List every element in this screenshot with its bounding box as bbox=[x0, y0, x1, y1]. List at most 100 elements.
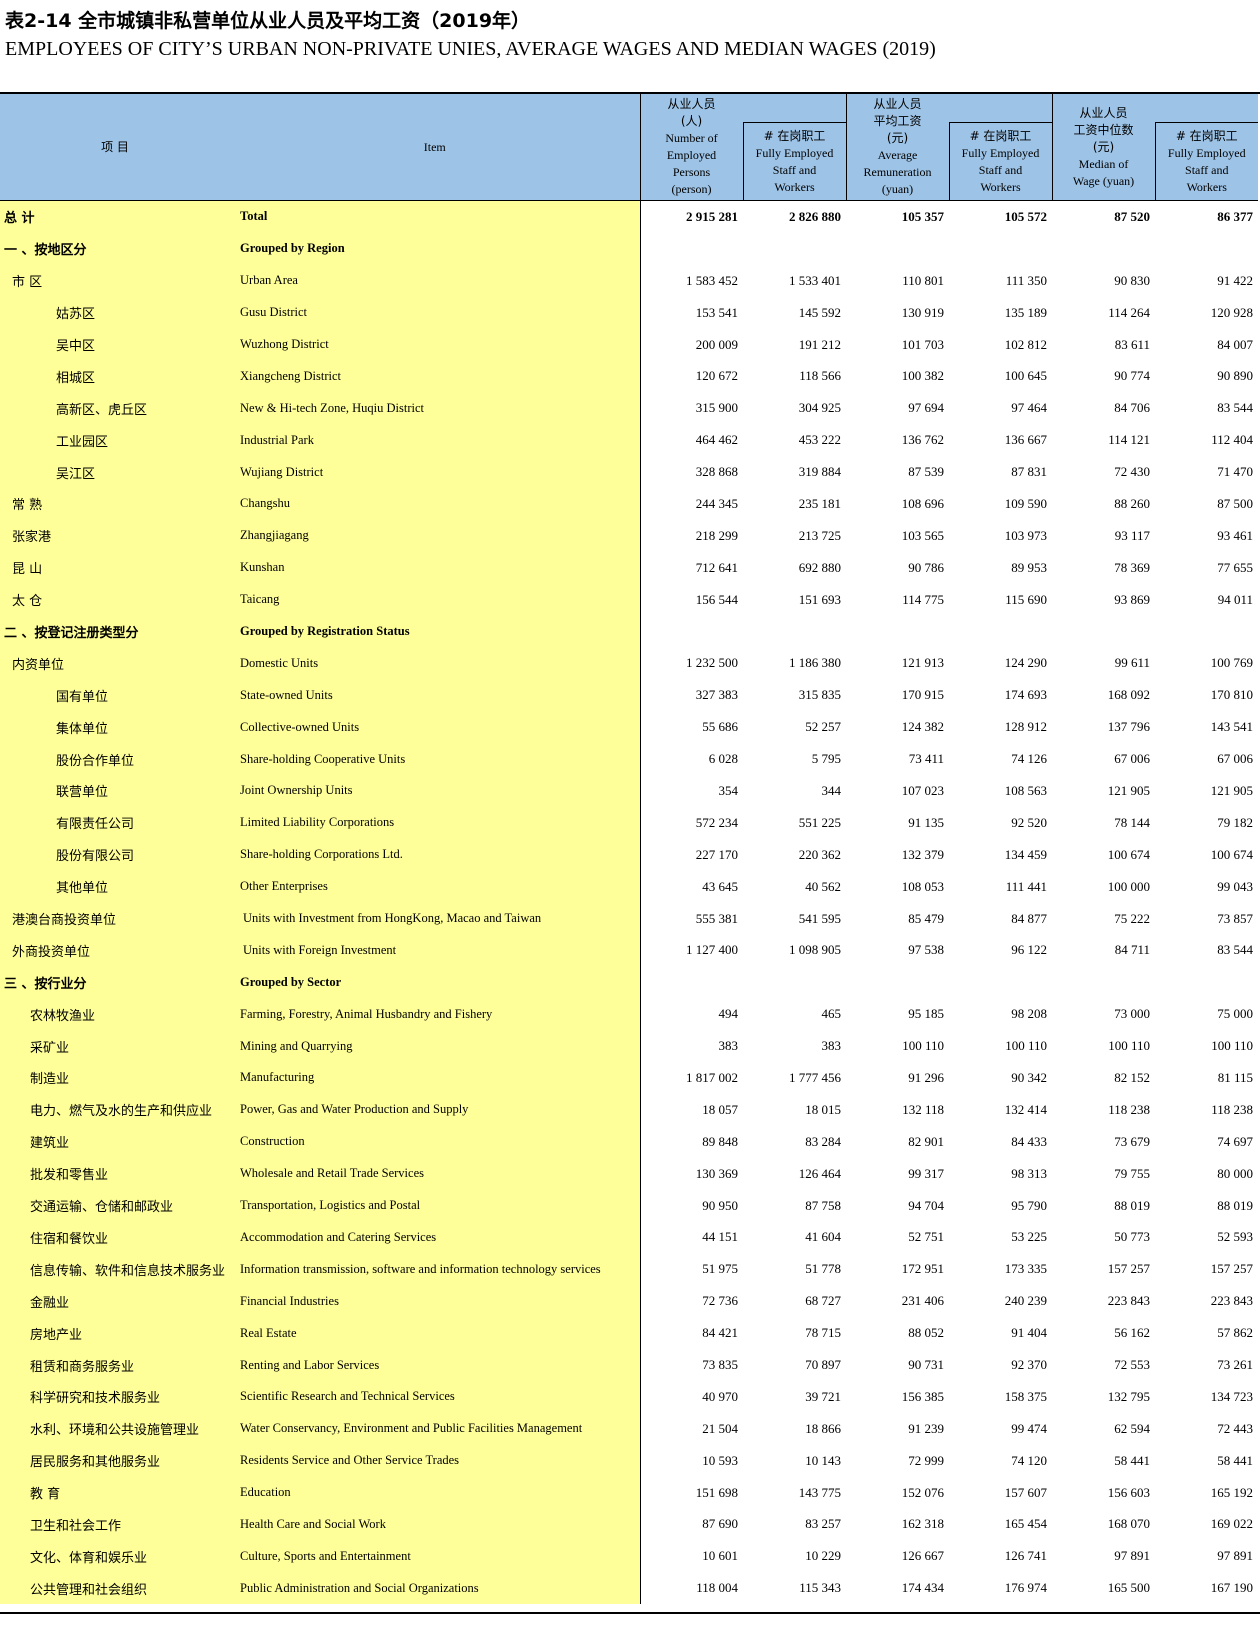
row-value: 383 bbox=[718, 1038, 739, 1054]
row-value: 83 284 bbox=[805, 1133, 841, 1149]
row-value: 108 696 bbox=[901, 495, 944, 511]
row-value: 100 645 bbox=[1004, 368, 1047, 384]
table-row: 公共管理和社会组织 Public Administration and Socia… bbox=[0, 1572, 1258, 1605]
row-value: 84 433 bbox=[1011, 1133, 1047, 1149]
row-value: 87 539 bbox=[908, 464, 944, 480]
row-value: 240 239 bbox=[1004, 1293, 1047, 1309]
row-label-en: Water Conservancy, Environment and Publi… bbox=[230, 1412, 641, 1445]
row-value: 128 912 bbox=[1004, 719, 1047, 735]
row-value: 555 381 bbox=[695, 910, 738, 926]
row-value: 78 369 bbox=[1114, 559, 1150, 575]
row-value: 71 470 bbox=[1217, 464, 1253, 480]
row-label-en: State-owned Units bbox=[230, 679, 641, 712]
row-value: 100 000 bbox=[1107, 878, 1150, 894]
table-row: 内资单位 Domestic Units 1 232 500 1 186 380 121 … bbox=[0, 647, 1258, 680]
row-value: 58 441 bbox=[1114, 1452, 1150, 1468]
row-value: 118 238 bbox=[1211, 1101, 1253, 1117]
row-value: 227 170 bbox=[695, 846, 738, 862]
header-sub-median-wage: # 在岗职工 Fully Employed Staff and Workers bbox=[1154, 122, 1258, 201]
row-value: 157 607 bbox=[1004, 1484, 1047, 1500]
row-value: 1 232 500 bbox=[686, 655, 738, 671]
table-row: 水利、环境和公共设施管理业 Water Conservancy, Environm… bbox=[0, 1412, 1258, 1445]
row-value: 162 318 bbox=[901, 1516, 944, 1532]
row-value: 124 382 bbox=[901, 719, 944, 735]
row-value bbox=[640, 966, 743, 998]
row-value: 52 257 bbox=[805, 719, 841, 735]
table-row: 居民服务和其他服务业 Residents Service and Other Se… bbox=[0, 1444, 1258, 1477]
row-value: 89 953 bbox=[1011, 559, 1047, 575]
row-label-en: Public Administration and Social Organiz… bbox=[230, 1572, 641, 1605]
row-value: 73 261 bbox=[1217, 1357, 1253, 1372]
row-value: 344 bbox=[821, 782, 842, 798]
row-value: 120 928 bbox=[1210, 304, 1253, 320]
table-row: 其他单位 Other Enterprises 43 645 40 562 108 053… bbox=[0, 870, 1258, 903]
row-value: 91 422 bbox=[1217, 272, 1253, 288]
row-value: 83 257 bbox=[805, 1516, 841, 1532]
row-value: 97 538 bbox=[908, 942, 944, 958]
row-value: 99 474 bbox=[1011, 1420, 1047, 1436]
row-label-en: Health Care and Social Work bbox=[230, 1508, 641, 1541]
row-label-en: Education bbox=[230, 1476, 641, 1509]
row-value: 118 566 bbox=[799, 368, 841, 384]
row-value: 101 703 bbox=[901, 336, 944, 352]
row-label-en: Mining and Quarrying bbox=[230, 1030, 641, 1063]
row-value: 40 562 bbox=[805, 878, 841, 894]
row-value: 79 182 bbox=[1217, 814, 1253, 830]
row-value: 153 541 bbox=[695, 304, 738, 320]
row-label-en: Wuzhong District bbox=[230, 328, 641, 361]
row-value: 304 925 bbox=[798, 400, 841, 416]
row-value: 165 192 bbox=[1210, 1484, 1253, 1500]
row-value: 18 015 bbox=[805, 1101, 841, 1117]
table-row: 交通运输、仓储和邮政业 Transportation, Logistics and… bbox=[0, 1189, 1258, 1222]
row-value: 453 222 bbox=[798, 432, 841, 448]
row-value: 157 257 bbox=[1107, 1261, 1150, 1277]
row-value: 75 000 bbox=[1217, 1006, 1253, 1022]
row-label-cn: 市 区 bbox=[0, 264, 230, 297]
row-value: 91 296 bbox=[908, 1069, 944, 1085]
table-row: 教 育 Education 151 698 143 775 152 076 157 607… bbox=[0, 1476, 1258, 1509]
row-value: 58 441 bbox=[1217, 1452, 1253, 1468]
row-value: 354 bbox=[718, 782, 739, 798]
row-label-en: Domestic Units bbox=[230, 647, 641, 680]
row-value: 1 777 456 bbox=[789, 1069, 841, 1085]
row-value: 121 905 bbox=[1107, 782, 1150, 798]
row-value: 168 070 bbox=[1107, 1516, 1150, 1532]
row-value: 68 727 bbox=[805, 1293, 841, 1309]
row-value: 73 000 bbox=[1114, 1006, 1150, 1022]
row-value: 92 520 bbox=[1011, 814, 1047, 830]
row-value: 121 913 bbox=[901, 655, 944, 671]
row-value bbox=[1155, 233, 1258, 265]
table-row: 国有单位 State-owned Units 327 383 315 835 170 9… bbox=[0, 679, 1258, 712]
row-value: 165 454 bbox=[1004, 1516, 1047, 1532]
row-label-en: Kunshan bbox=[230, 551, 641, 584]
row-value: 84 711 bbox=[1114, 942, 1150, 958]
row-label-cn: 卫生和社会工作 bbox=[0, 1508, 230, 1541]
table-row: 外商投资单位 Units with Foreign Investment 1 127… bbox=[0, 934, 1258, 967]
row-value: 74 120 bbox=[1011, 1452, 1047, 1468]
row-value: 156 385 bbox=[901, 1388, 944, 1404]
table-row: 吴江区 Wujiang District 328 868 319 884 87 539 8… bbox=[0, 456, 1258, 489]
row-value: 87 500 bbox=[1217, 495, 1253, 511]
row-value: 2 826 880 bbox=[789, 208, 841, 224]
row-value: 174 693 bbox=[1004, 687, 1047, 703]
row-label-cn: 张家港 bbox=[0, 519, 230, 552]
row-value: 328 868 bbox=[695, 464, 738, 480]
row-value: 102 812 bbox=[1004, 336, 1047, 352]
row-value: 165 500 bbox=[1107, 1580, 1150, 1596]
table-row: 批发和零售业 Wholesale and Retail Trade Service… bbox=[0, 1157, 1258, 1190]
row-value: 156 603 bbox=[1107, 1484, 1150, 1500]
row-value: 118 004 bbox=[696, 1580, 738, 1596]
row-label-cn: 信息传输、软件和信息技术服务业 bbox=[0, 1253, 230, 1286]
row-value: 118 238 bbox=[1108, 1101, 1150, 1117]
row-value: 84 877 bbox=[1011, 910, 1047, 926]
row-value bbox=[949, 616, 1052, 648]
table-row: 制造业 Manufacturing 1 817 002 1 777 456 91 296… bbox=[0, 1062, 1258, 1094]
row-value: 98 208 bbox=[1011, 1006, 1047, 1022]
row-label-en: Other Enterprises bbox=[230, 870, 641, 903]
table-row: 卫生和社会工作 Health Care and Social Work 87 690… bbox=[0, 1508, 1258, 1541]
row-label-en: Taicang bbox=[230, 583, 641, 616]
row-value bbox=[846, 616, 949, 648]
row-value: 223 843 bbox=[1210, 1293, 1253, 1309]
row-label-en: Power, Gas and Water Production and Supp… bbox=[230, 1093, 641, 1126]
row-value: 235 181 bbox=[798, 495, 841, 511]
